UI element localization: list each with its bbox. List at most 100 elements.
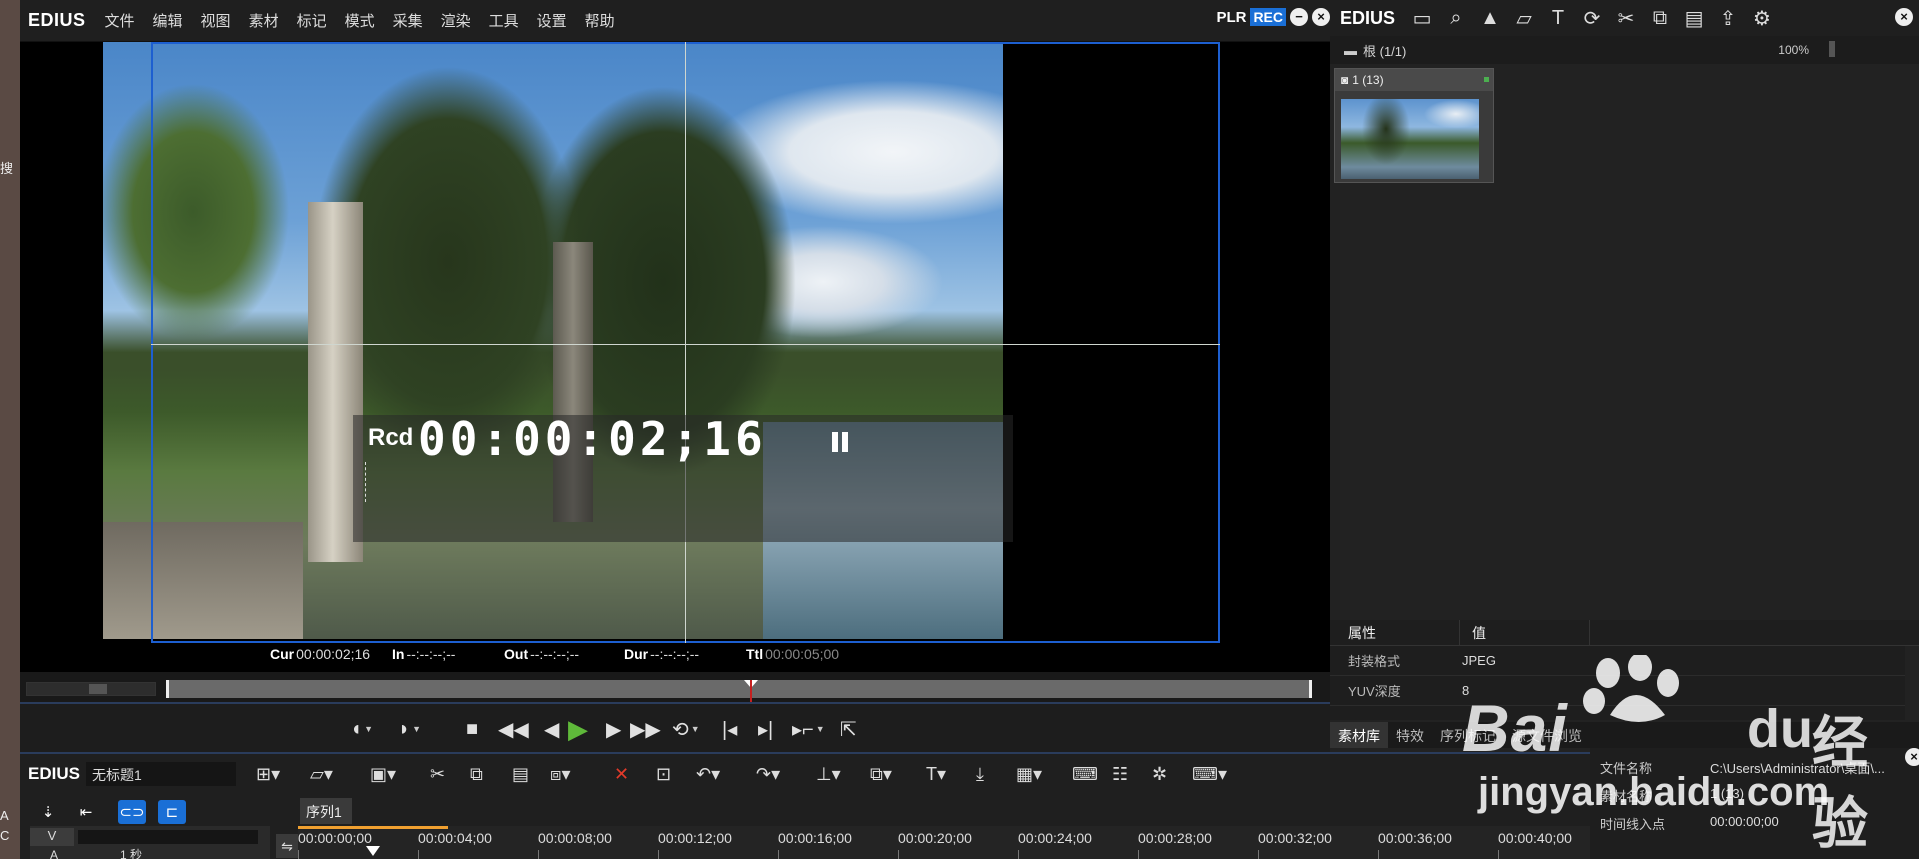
menu-edit[interactable]: 编辑 [144, 10, 192, 31]
rec-toggle[interactable]: REC [1250, 8, 1286, 26]
settings-icon[interactable]: ⌨▾ [1192, 762, 1227, 786]
zoom-slider[interactable] [1829, 41, 1835, 57]
search-icon[interactable]: ⌕ [1439, 0, 1473, 36]
preview-viewport[interactable] [20, 42, 1330, 643]
undo-icon[interactable]: ↶▾ [696, 762, 720, 786]
go-to-in-button[interactable]: |◂ [722, 716, 737, 742]
group-mode-button[interactable]: ⊏ [158, 800, 186, 824]
timeline-scale[interactable]: 1 秒 [120, 846, 142, 859]
menu-view[interactable]: 视图 [192, 10, 240, 31]
menu-mode[interactable]: 模式 [336, 10, 384, 31]
effects-icon[interactable]: ✲ [1152, 762, 1167, 786]
send-to-player-icon[interactable]: ⇪ [1711, 0, 1745, 36]
fast-forward-icon: ▶▶ [630, 718, 661, 741]
cut-icon[interactable]: ✂ [1609, 0, 1643, 36]
info-row: 时间线入点 00:00:00;00 [1600, 814, 1779, 832]
minimize-icon[interactable]: − [1290, 8, 1308, 26]
menu-render[interactable]: 渲染 [432, 10, 480, 31]
tab-effects[interactable]: 特效 [1388, 722, 1432, 748]
close-icon[interactable]: × [1312, 8, 1330, 26]
sync-icon[interactable]: ⟳ [1575, 0, 1609, 36]
jog-slider[interactable] [26, 682, 156, 696]
track-name-field[interactable] [78, 830, 258, 844]
insert-icon: ▸⌐ [792, 718, 814, 741]
ruler-label: 00:00:36;00 [1378, 830, 1452, 846]
next-frame-button[interactable]: ▶ [606, 716, 621, 742]
bin-clip[interactable]: ◙ 1 (13) [1334, 68, 1494, 183]
insert-to-timeline-button[interactable]: ▸⌐ ▼ [792, 716, 825, 742]
render-icon[interactable]: ▦▾ [1016, 762, 1042, 786]
menu-marker[interactable]: 标记 [288, 10, 336, 31]
next-frame-icon: ▶ [606, 718, 622, 741]
bin-toolbar: EDIUS ▭ ⌕ ▲ ▱ T ⟳ ✂ ⧉ ▤ ⇪ ⚙ × [1330, 0, 1919, 36]
close-icon[interactable]: × [1905, 748, 1919, 766]
go-to-out-button[interactable]: ▸| [758, 716, 773, 742]
sync-icon[interactable]: ⇋ [276, 834, 298, 858]
new-sequence-icon[interactable]: ⊞▾ [256, 762, 280, 786]
redo-icon[interactable]: ↷▾ [756, 762, 780, 786]
paste-icon[interactable]: ▤ [1677, 0, 1711, 36]
menu-settings[interactable]: 设置 [528, 10, 576, 31]
open-project-icon[interactable]: ▱▾ [310, 762, 333, 786]
marker-icon[interactable]: ⊥▾ [816, 762, 841, 786]
add-audio-icon[interactable]: ⤓ [976, 762, 984, 786]
paste-mode-icon[interactable]: ⧈▾ [550, 762, 570, 786]
delete-icon[interactable]: ✕ [614, 762, 629, 786]
desktop-char: A [0, 808, 9, 823]
plr-toggle[interactable]: PLR [1216, 9, 1246, 26]
bin-path-label[interactable]: 根 (1/1) [1363, 41, 1406, 60]
open-folder-icon[interactable]: ▱ [1507, 0, 1541, 36]
ruler-tick [1138, 850, 1139, 859]
mixer-icon[interactable]: ☷ [1112, 762, 1128, 786]
menu-capture[interactable]: 采集 [384, 10, 432, 31]
link-mode-button[interactable]: ⊂⊃ [118, 800, 146, 824]
export-icon: ⇱ [840, 718, 857, 741]
export-button[interactable]: ⇱ [840, 716, 857, 742]
paste-icon[interactable]: ▤ [512, 762, 529, 786]
tab-bin[interactable]: 素材库 [1330, 722, 1388, 748]
transition-icon[interactable]: ⧉▾ [870, 762, 892, 786]
close-icon[interactable]: × [1895, 8, 1913, 26]
ruler-tick [1498, 850, 1499, 859]
tab-sequence-1[interactable]: 序列1 [300, 798, 352, 824]
copy-icon[interactable]: ⧉ [1643, 0, 1677, 36]
ripple-mode-icon[interactable]: ⇤ [72, 800, 100, 824]
baidu-paw-logo [1580, 653, 1690, 725]
ruler-tick [1018, 850, 1019, 859]
app-logo: EDIUS [28, 10, 86, 30]
folder-icon[interactable]: ▭ [1405, 0, 1439, 36]
menu-help[interactable]: 帮助 [576, 10, 624, 31]
keyboard-icon[interactable]: ⌨ [1072, 762, 1098, 786]
playhead-handle[interactable] [366, 846, 380, 856]
save-icon[interactable]: ▣▾ [370, 762, 396, 786]
previous-frame-button[interactable]: ◀ [544, 716, 559, 742]
insert-mode-icon[interactable]: ⇣ [34, 800, 62, 824]
scrub-track[interactable] [166, 680, 1312, 706]
timeline-ruler[interactable]: 00:00:00;00 00:00:04;00 00:00:08;00 00:00:1… [298, 826, 1590, 859]
fast-forward-button[interactable]: ▶▶ [630, 716, 661, 742]
ripple-delete-icon[interactable]: ⊡ [656, 762, 671, 786]
view-options-icon[interactable]: ⚙ [1745, 0, 1779, 36]
set-out-button[interactable]: ◗ ▼ [398, 716, 421, 742]
properties-scrollbar[interactable] [1905, 646, 1919, 720]
audio-track-label[interactable]: A [50, 848, 58, 859]
menu-clip[interactable]: 素材 [240, 10, 288, 31]
watermark-bai: Bai [1462, 691, 1568, 765]
up-folder-icon[interactable]: ▲ [1473, 0, 1507, 36]
add-title-icon[interactable]: T [1541, 0, 1575, 36]
jog-knob[interactable] [89, 684, 107, 694]
cut-icon[interactable]: ✂ [430, 762, 445, 786]
title-icon[interactable]: T▾ [926, 762, 946, 786]
ruler-label: 00:00:40;00 [1498, 830, 1572, 846]
loop-button[interactable]: ⟲ ▼ [672, 716, 700, 742]
set-in-button[interactable]: ◖ ▼ [350, 716, 373, 742]
rewind-button[interactable]: ◀◀ [498, 716, 529, 742]
copy-icon[interactable]: ⧉ [470, 762, 483, 786]
video-track-label[interactable]: V [30, 828, 74, 846]
menu-tools[interactable]: 工具 [480, 10, 528, 31]
watermark-du: du [1747, 699, 1813, 759]
stop-button[interactable]: ■ [466, 716, 478, 742]
play-button[interactable]: ▶ [568, 714, 588, 744]
menu-file[interactable]: 文件 [96, 10, 144, 31]
watermark-url: jingyan.baidu.com [1478, 770, 1830, 814]
